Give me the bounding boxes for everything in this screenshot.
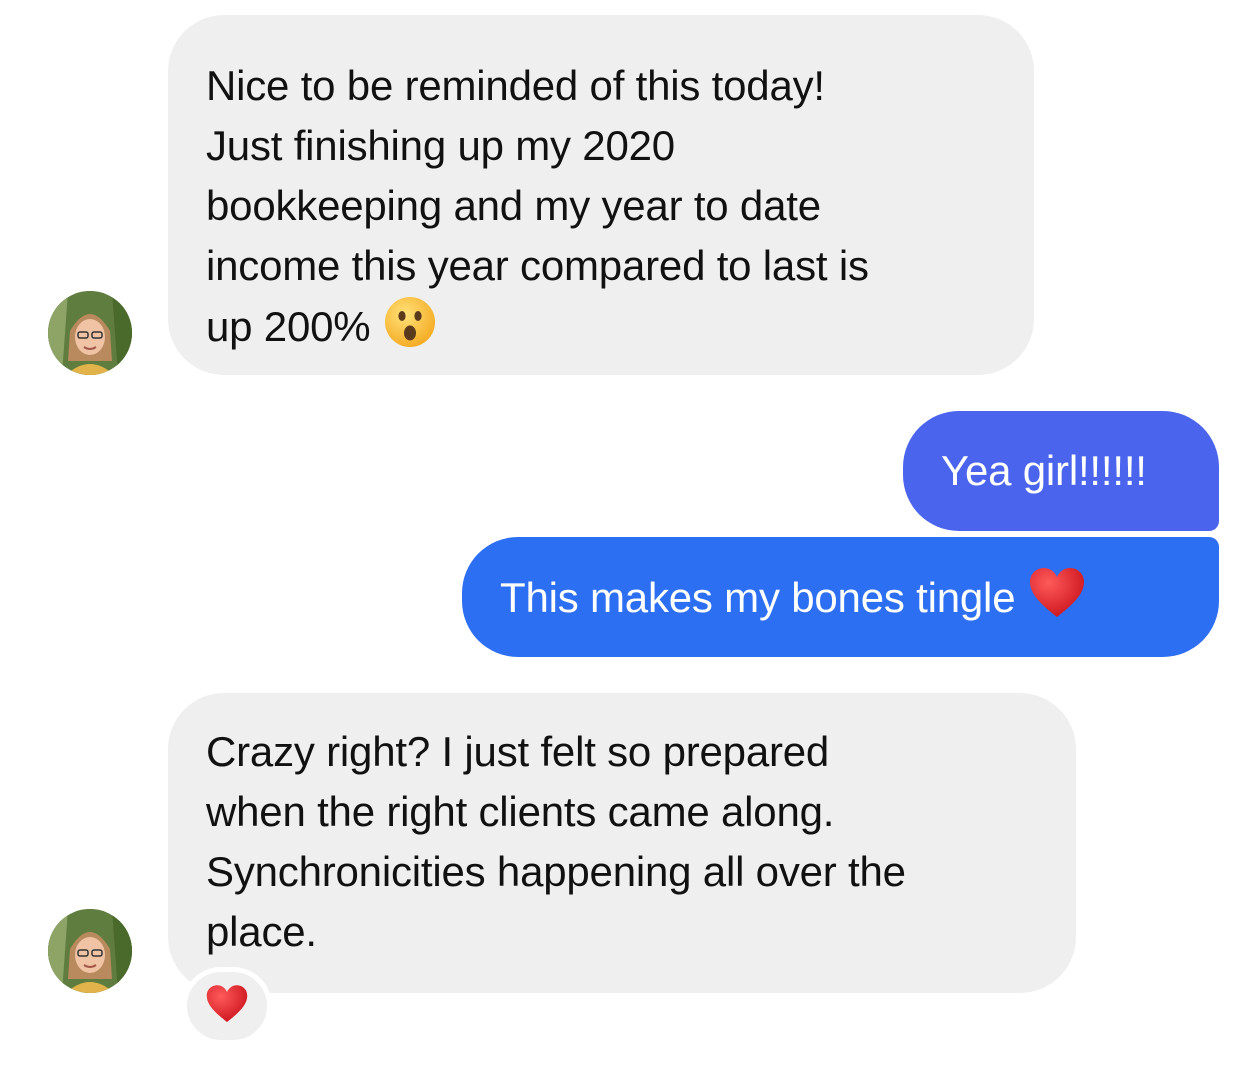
message-line: income this year compared to last is <box>206 242 869 289</box>
message-line: when the right clients came along. <box>206 788 835 835</box>
message-line: Synchronicities happening all over the <box>206 848 906 895</box>
outgoing-message-bubble[interactable]: This makes my bones tingle <box>462 537 1219 657</box>
outgoing-message-bubble[interactable]: Yea girl!!!!!! <box>903 411 1219 531</box>
red-heart-icon <box>1029 567 1085 635</box>
astonished-face-icon <box>384 296 436 364</box>
contact-avatar[interactable] <box>48 909 132 993</box>
contact-avatar[interactable] <box>48 291 132 375</box>
message-text: Yea girl!!!!!! <box>941 447 1147 494</box>
message-line: Crazy right? I just felt so prepared <box>206 728 830 775</box>
message-reaction[interactable] <box>182 967 272 1045</box>
message-line-last: up 200% <box>206 296 1004 364</box>
message-line: Just finishing up my 2020 <box>206 122 675 169</box>
incoming-message-bubble[interactable]: Crazy right? I just felt so prepared whe… <box>168 693 1076 993</box>
incoming-message-bubble[interactable]: Nice to be reminded of this today! Just … <box>168 15 1034 375</box>
message-line: place. <box>206 908 317 955</box>
message-text: This makes my bones tingle <box>500 574 1016 622</box>
message-thread: Nice to be reminded of this today! Just … <box>0 0 1242 1065</box>
message-line: Nice to be reminded of this today! <box>206 62 825 109</box>
message-line: This makes my bones tingle <box>500 567 1179 635</box>
message-line: bookkeeping and my year to date <box>206 182 821 229</box>
message-line: up 200% <box>206 303 371 351</box>
red-heart-icon <box>206 984 248 1029</box>
